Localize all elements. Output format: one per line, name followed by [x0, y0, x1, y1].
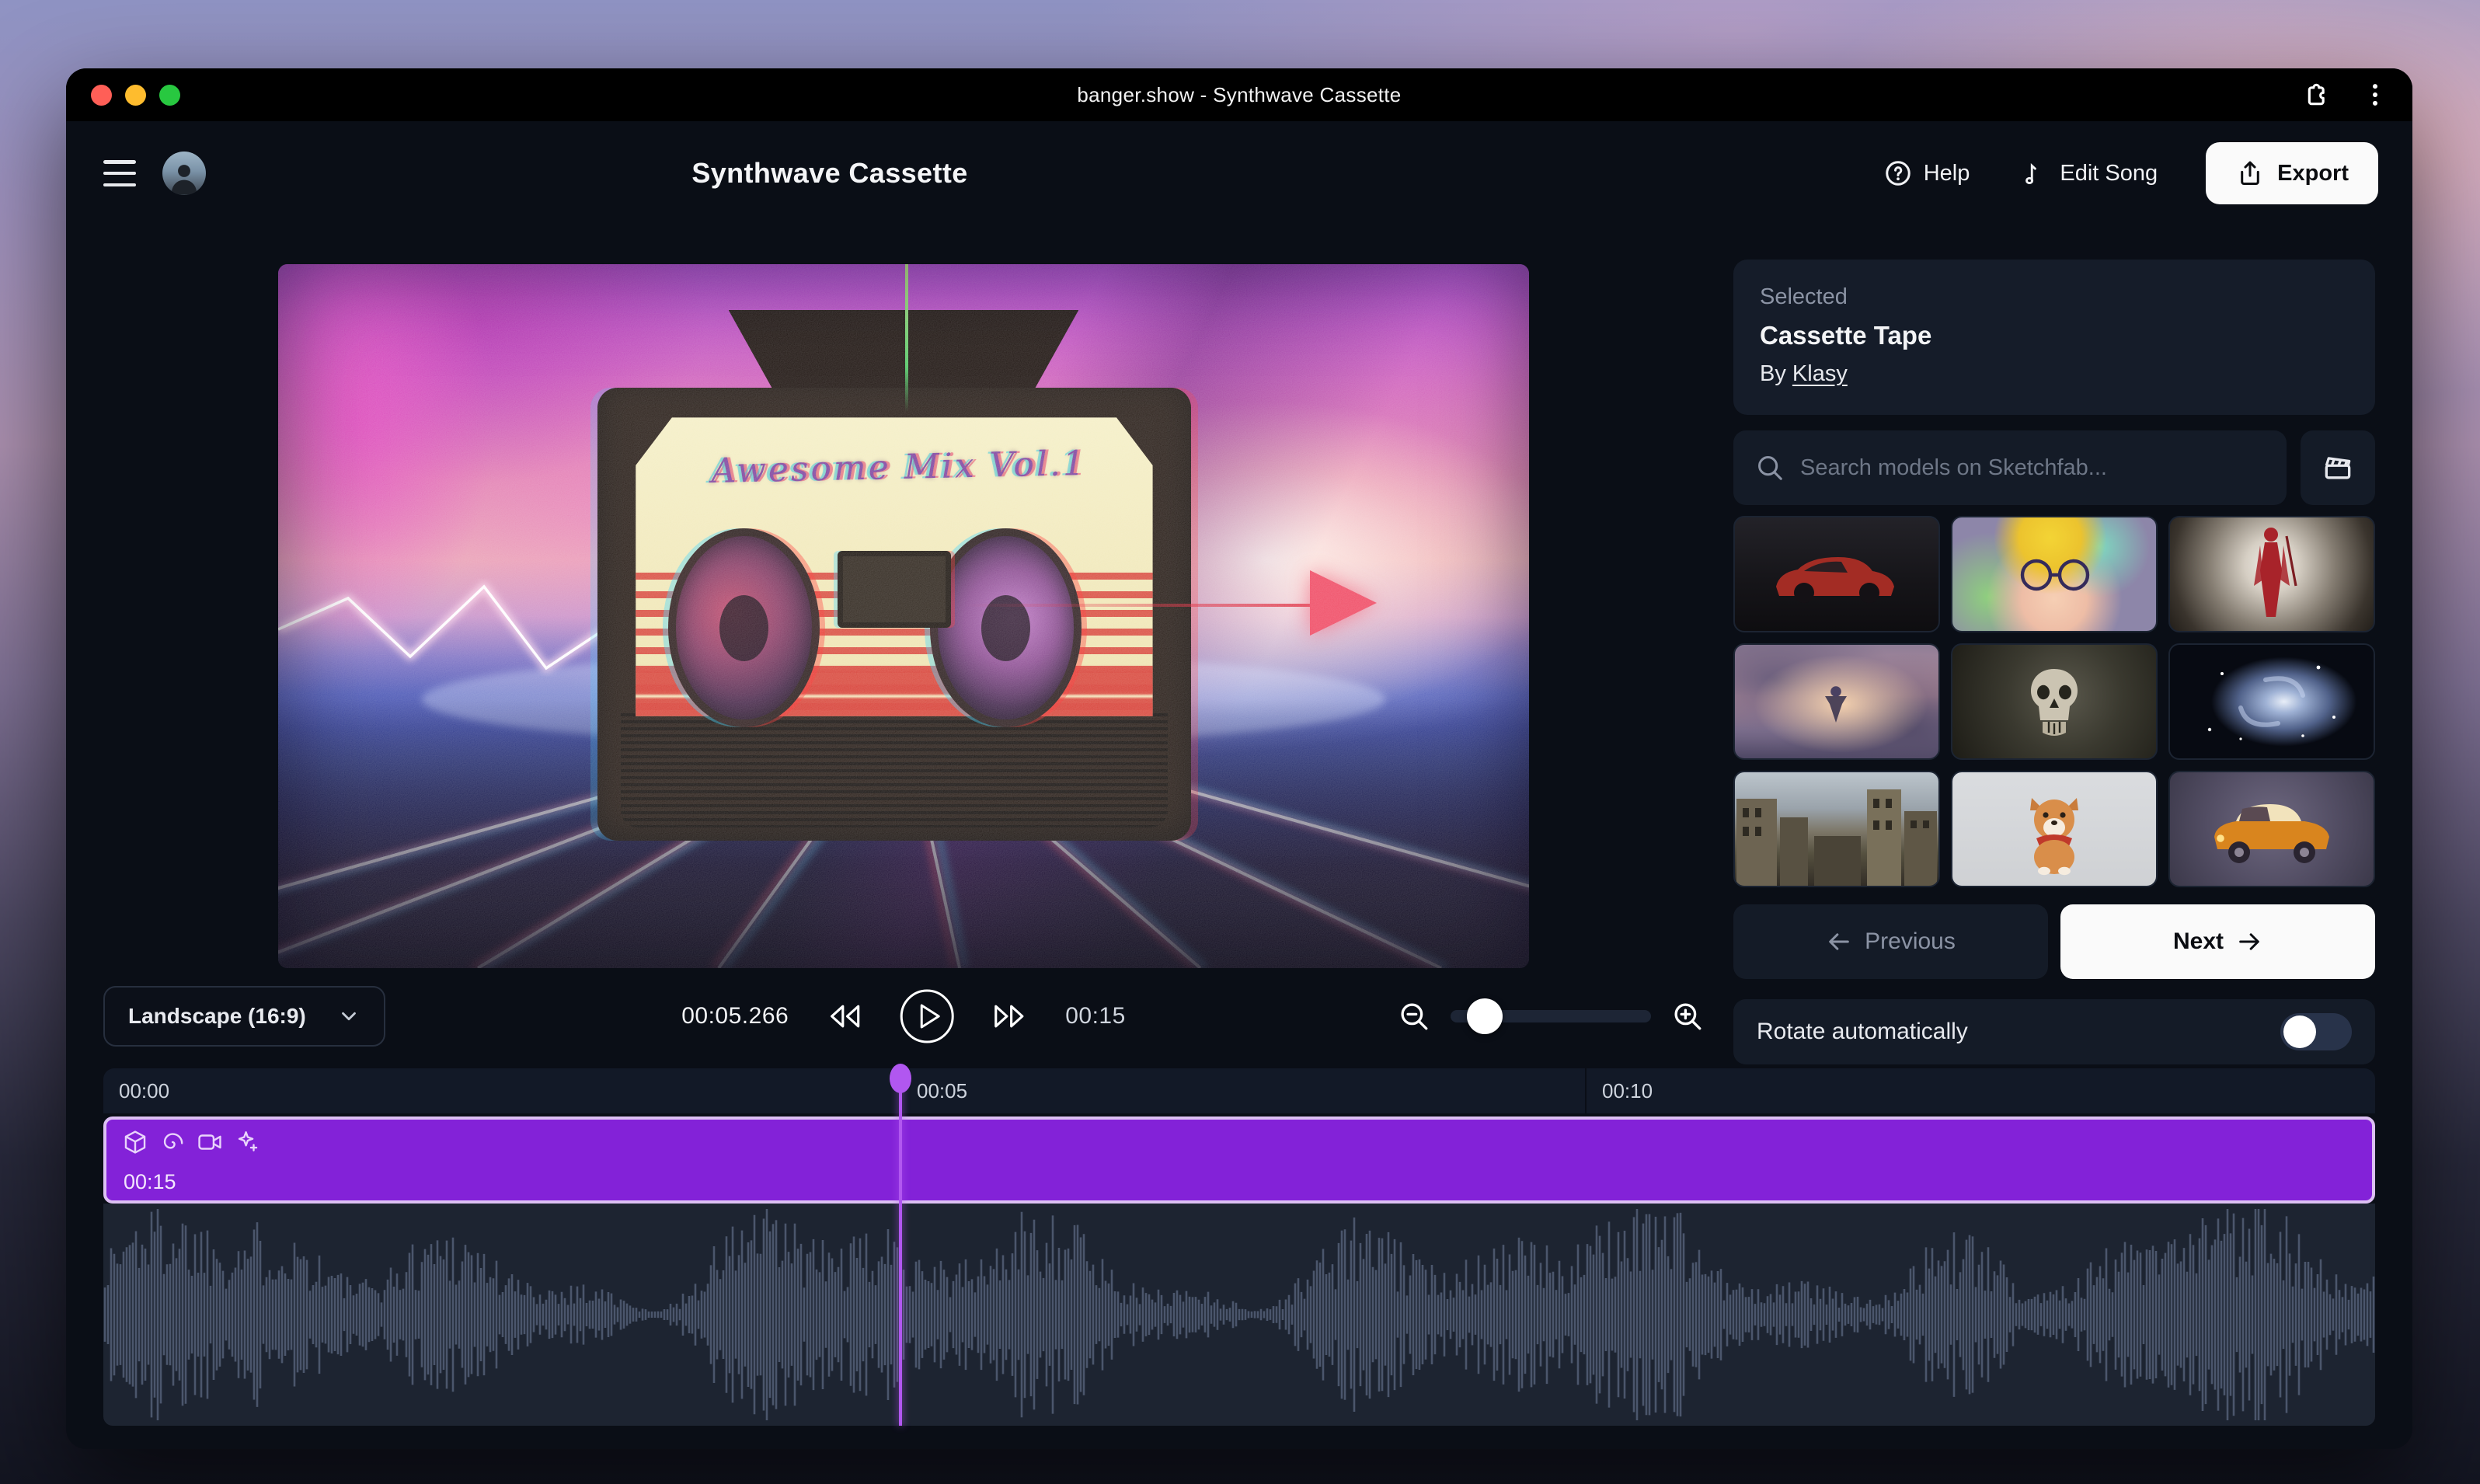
model-thumbnail-red-sports-car[interactable] [1733, 516, 1940, 632]
help-icon [1883, 159, 1913, 188]
arrow-right-icon [2236, 928, 2262, 955]
model-thumbnail-floating-island-in-clouds[interactable] [1733, 643, 1940, 760]
current-time: 00:05.266 [681, 1003, 789, 1029]
selected-caption: Selected [1760, 284, 2349, 310]
author-link[interactable]: Klasy [1792, 361, 1848, 386]
app-header: Synthwave Cassette Help Edit Song Export [66, 121, 2412, 225]
model-sidebar: Selected Cassette Tape By Klasy [1733, 225, 2375, 1068]
menu-icon[interactable] [103, 160, 136, 186]
model-thumbnail-spiral-galaxy[interactable] [2168, 643, 2375, 760]
next-label: Next [2173, 928, 2224, 955]
arrow-left-icon [1826, 928, 1852, 955]
aspect-ratio-dropdown[interactable]: Landscape (16:9) [103, 986, 385, 1047]
stage: Awesome Mix Vol.1 [103, 225, 1704, 1068]
model-thumbnail-anime-girl-with-glasses[interactable] [1951, 516, 2158, 632]
audio-waveform[interactable] [103, 1204, 2375, 1426]
video-preview[interactable]: Awesome Mix Vol.1 [278, 264, 1529, 968]
ruler-tick: 00:10 [1585, 1068, 2375, 1113]
zoom-slider[interactable] [1451, 1010, 1651, 1022]
music-note-icon [2021, 159, 2049, 187]
fast-forward-icon [989, 1001, 1031, 1032]
next-button[interactable]: Next [2060, 904, 2375, 979]
model-thumbnail-cartoon-shiba-inu[interactable] [1951, 771, 2158, 887]
chevron-down-icon [337, 1005, 361, 1028]
zoom-in-icon [1671, 1000, 1704, 1033]
play-button[interactable] [899, 988, 955, 1044]
zoom-out-icon [1398, 1000, 1430, 1033]
help-button[interactable]: Help [1863, 145, 1991, 202]
playhead-handle[interactable] [890, 1064, 911, 1093]
selected-model-panel: Selected Cassette Tape By Klasy [1733, 260, 2375, 415]
model-thumbnail-cartoon-vintage-car[interactable] [2168, 771, 2375, 887]
sparkles-icon [234, 1129, 260, 1155]
clapperboard-icon [2321, 451, 2355, 485]
spiral-icon [159, 1129, 186, 1155]
cube-icon [122, 1129, 148, 1155]
fast-forward-button[interactable] [989, 1001, 1031, 1032]
edit-song-button[interactable]: Edit Song [2001, 145, 2178, 201]
rotate-setting-row: Rotate automatically [1733, 999, 2375, 1064]
rotate-toggle[interactable] [2280, 1013, 2352, 1050]
window-title: banger.show - Synthwave Cassette [66, 83, 2412, 107]
author-prefix: By [1760, 361, 1786, 386]
zoom-slider-knob[interactable] [1467, 998, 1503, 1034]
clapperboard-button[interactable] [2301, 430, 2375, 505]
rewind-button[interactable] [823, 1001, 865, 1032]
export-icon [2235, 159, 2265, 188]
video-camera-icon [197, 1129, 223, 1155]
extensions-icon[interactable] [2299, 79, 2330, 110]
browser-menu-icon[interactable] [2360, 79, 2391, 110]
ruler-tick: 00:05 [900, 1068, 1585, 1113]
model-thumbnail-human-skull[interactable] [1951, 643, 2158, 760]
model-grid [1733, 516, 2375, 887]
playback-controls: Landscape (16:9) 00:05.266 [103, 985, 1704, 1047]
clip-duration: 00:15 [124, 1170, 176, 1194]
model-thumbnail-abandoned-city-street[interactable] [1733, 771, 1940, 887]
search-input[interactable] [1800, 455, 2265, 481]
zoom-in-button[interactable] [1671, 1000, 1704, 1033]
page-title: Synthwave Cassette [691, 157, 967, 190]
browser-titlebar: banger.show - Synthwave Cassette [66, 68, 2412, 121]
selected-model-name: Cassette Tape [1760, 321, 2349, 350]
rewind-icon [823, 1001, 865, 1032]
model-search [1733, 430, 2287, 505]
previous-button[interactable]: Previous [1733, 904, 2048, 979]
search-icon [1755, 453, 1785, 482]
previous-label: Previous [1865, 928, 1956, 955]
timeline-ruler[interactable]: 00:00 00:05 00:10 [103, 1068, 2375, 1113]
ruler-tick: 00:00 [103, 1068, 900, 1113]
aspect-ratio-value: Landscape (16:9) [128, 1004, 306, 1029]
help-label: Help [1924, 161, 1970, 186]
play-icon [899, 988, 955, 1044]
edit-song-label: Edit Song [2060, 161, 2158, 186]
desktop: banger.show - Synthwave Cassette Synthwa… [0, 0, 2480, 1484]
total-duration: 00:15 [1065, 1003, 1126, 1029]
scene-clip[interactable]: 00:15 [103, 1116, 2375, 1204]
export-button[interactable]: Export [2206, 142, 2378, 204]
model-thumbnail-fantasy-warrior-red[interactable] [2168, 516, 2375, 632]
avatar[interactable] [162, 152, 206, 195]
timeline: 00:00 00:05 00:10 00:15 [103, 1068, 2375, 1426]
browser-window: banger.show - Synthwave Cassette Synthwa… [66, 68, 2412, 1449]
export-label: Export [2277, 161, 2349, 186]
zoom-out-button[interactable] [1398, 1000, 1430, 1033]
rotate-toggle-label: Rotate automatically [1757, 1019, 1968, 1045]
